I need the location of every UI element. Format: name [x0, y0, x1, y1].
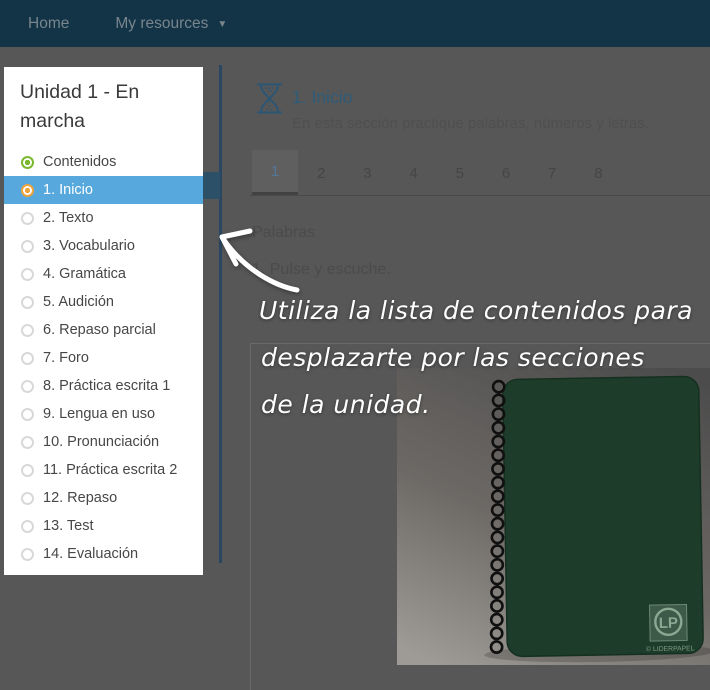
- sidebar-item-vocabulario[interactable]: 3. Vocabulario: [4, 232, 203, 260]
- sidebar-item-practica-escrita-2[interactable]: 11. Práctica escrita 2: [4, 456, 203, 484]
- sidebar-item-label: 9. Lengua en uso: [43, 406, 155, 422]
- sidebar-item-label: 1. Inicio: [43, 182, 93, 198]
- radio-icon: [21, 520, 34, 533]
- sidebar-item-label: 7. Foro: [43, 350, 89, 366]
- page-tab-1[interactable]: 1: [252, 150, 298, 196]
- radio-active-icon: [21, 184, 34, 197]
- radio-selected-icon: [21, 156, 34, 169]
- sidebar-item-label: 3. Vocabulario: [43, 238, 135, 254]
- page-tab-2[interactable]: 2: [298, 150, 344, 196]
- chevron-down-icon: ▼: [217, 19, 227, 30]
- svg-text:LP: LP: [659, 615, 678, 632]
- sidebar-item-label: 13. Test: [43, 518, 94, 534]
- sidebar-item-label: 4. Gramática: [43, 266, 126, 282]
- nav-home-label: Home: [28, 15, 69, 33]
- svg-text:© LIDERPAPEL: © LIDERPAPEL: [646, 644, 695, 653]
- sidebar-item-label: 14. Evaluación: [43, 546, 138, 562]
- radio-icon: [21, 352, 34, 365]
- page-tab-8[interactable]: 8: [575, 150, 621, 196]
- sidebar-item-label: 8. Práctica escrita 1: [43, 378, 170, 394]
- sidebar-item-label: 2. Texto: [43, 210, 94, 226]
- nav-my-resources-label: My resources: [115, 15, 208, 33]
- unit-section-list: Contenidos 1. Inicio 2. Texto 3. Vocabul…: [4, 148, 203, 568]
- radio-icon: [21, 324, 34, 337]
- sidebar-item-label: 12. Repaso: [43, 490, 117, 506]
- sidebar-item-practica-escrita-1[interactable]: 8. Práctica escrita 1: [4, 372, 203, 400]
- sidebar-item-texto[interactable]: 2. Texto: [4, 204, 203, 232]
- radio-icon: [21, 296, 34, 309]
- pagination-underline: [250, 195, 710, 196]
- tutorial-text-line-1: Utiliza la lista de contenidos para: [259, 296, 693, 325]
- unit-title: Unidad 1 - En marcha: [20, 78, 182, 136]
- tutorial-text-line-2: desplazarte por las secciones: [261, 343, 645, 372]
- sidebar-item-repaso-parcial[interactable]: 6. Repaso parcial: [4, 316, 203, 344]
- radio-icon: [21, 464, 34, 477]
- tutorial-text-line-3: de la unidad.: [261, 390, 431, 419]
- sidebar-item-label: 5. Audición: [43, 294, 114, 310]
- app-window: Home My resources ▼ 1. Inicio En esta s: [0, 0, 710, 690]
- sidebar-item-foro[interactable]: 7. Foro: [4, 344, 203, 372]
- tutorial-arrow-icon: [205, 218, 315, 303]
- sidebar-item-evaluacion[interactable]: 14. Evaluación: [4, 540, 203, 568]
- nav-home-link[interactable]: Home: [28, 15, 69, 33]
- sidebar-item-pronunciacion[interactable]: 10. Pronunciación: [4, 428, 203, 456]
- sidebar-item-label: 10. Pronunciación: [43, 434, 159, 450]
- radio-icon: [21, 436, 34, 449]
- sidebar-item-contenidos[interactable]: Contenidos: [4, 148, 203, 176]
- sidebar-item-label: 6. Repaso parcial: [43, 322, 156, 338]
- sidebar-item-inicio[interactable]: 1. Inicio: [4, 176, 203, 204]
- sidebar-item-repaso[interactable]: 12. Repaso: [4, 484, 203, 512]
- unit-sidebar: Unidad 1 - En marcha Contenidos 1. Inici…: [4, 67, 203, 575]
- page-tab-7[interactable]: 7: [529, 150, 575, 196]
- top-navbar: Home My resources ▼: [0, 0, 710, 47]
- section-subtitle: En esta sección practique palabras, núme…: [292, 115, 649, 132]
- hourglass-icon: [255, 82, 284, 120]
- page-tab-6[interactable]: 6: [483, 150, 529, 196]
- sidebar-item-label: 11. Práctica escrita 2: [43, 462, 177, 478]
- nav-my-resources-link[interactable]: My resources ▼: [115, 15, 227, 33]
- radio-icon: [21, 240, 34, 253]
- radio-icon: [21, 212, 34, 225]
- sidebar-item-gramatica[interactable]: 4. Gramática: [4, 260, 203, 288]
- page-tab-3[interactable]: 3: [344, 150, 390, 196]
- sidebar-item-audicion[interactable]: 5. Audición: [4, 288, 203, 316]
- page-tab-5[interactable]: 5: [437, 150, 483, 196]
- section-title: 1. Inicio: [292, 87, 352, 108]
- radio-icon: [21, 380, 34, 393]
- sidebar-item-label: Contenidos: [43, 154, 116, 170]
- sidebar-item-test[interactable]: 13. Test: [4, 512, 203, 540]
- notebook-image[interactable]: LP © LIDERPAPEL: [397, 368, 710, 665]
- radio-icon: [21, 268, 34, 281]
- page-tab-4[interactable]: 4: [391, 150, 437, 196]
- active-item-extension: [203, 172, 220, 199]
- sidebar-divider-line: [219, 65, 222, 563]
- sidebar-item-lengua-en-uso[interactable]: 9. Lengua en uso: [4, 400, 203, 428]
- radio-icon: [21, 548, 34, 561]
- pagination: 1 2 3 4 5 6 7 8: [252, 150, 622, 196]
- radio-icon: [21, 492, 34, 505]
- radio-icon: [21, 408, 34, 421]
